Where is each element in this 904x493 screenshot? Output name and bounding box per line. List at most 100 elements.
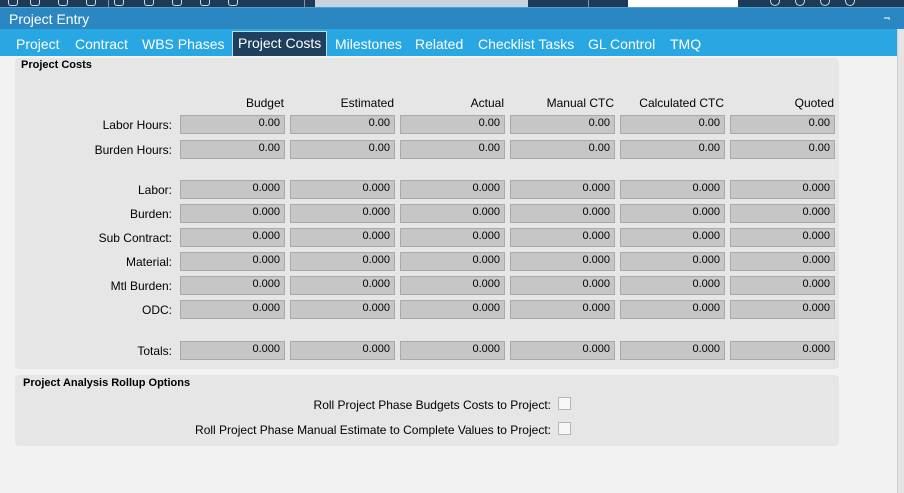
cost-field[interactable]: 0.000: [180, 276, 285, 295]
cost-field[interactable]: 0.000: [290, 341, 395, 360]
cost-field[interactable]: 0.000: [730, 228, 835, 247]
cost-field[interactable]: 0.000: [510, 341, 615, 360]
cost-field[interactable]: 0.000: [180, 341, 285, 360]
row-label: Material:: [125, 255, 172, 269]
cost-field[interactable]: 0.000: [620, 341, 725, 360]
cost-field[interactable]: 0.000: [180, 204, 285, 223]
pin-icon[interactable]: ⫬: [884, 11, 890, 24]
cost-field[interactable]: 0.00: [620, 115, 725, 134]
cost-field[interactable]: 0.000: [400, 228, 505, 247]
cost-field[interactable]: 0.000: [290, 180, 395, 199]
undo-icon[interactable]: [30, 0, 40, 6]
cost-field[interactable]: 0.000: [180, 180, 285, 199]
cost-field[interactable]: 0.00: [730, 140, 835, 159]
tab-contract[interactable]: Contract: [75, 29, 128, 56]
tab-project[interactable]: Project: [16, 29, 60, 56]
tab-bar: Project Contract WBS Phases Project Costs Mi…: [0, 29, 897, 56]
row-label: Burden:: [129, 207, 172, 221]
cost-field[interactable]: 0.00: [290, 140, 395, 159]
cost-field[interactable]: 0.00: [730, 115, 835, 134]
row-label: Burden Hours:: [94, 143, 172, 157]
cost-field[interactable]: 0.000: [510, 204, 615, 223]
column-header-budget: Budget: [245, 96, 284, 110]
cost-field[interactable]: 0.000: [730, 276, 835, 295]
rollup-options-group-title: Project Analysis Rollup Options: [23, 377, 191, 389]
cost-field[interactable]: 0.000: [620, 204, 725, 223]
cost-field[interactable]: 0.00: [180, 115, 285, 134]
cost-field[interactable]: 0.000: [730, 180, 835, 199]
clock-icon[interactable]: [770, 0, 780, 6]
tab-wbs-phases[interactable]: WBS Phases: [142, 29, 224, 56]
company-field[interactable]: [628, 0, 738, 7]
tasks-icon[interactable]: [144, 0, 154, 6]
help-icon[interactable]: [795, 0, 805, 6]
project-costs-group-title: Project Costs: [21, 59, 92, 71]
cost-field[interactable]: 0.000: [180, 300, 285, 319]
tab-project-costs[interactable]: Project Costs: [232, 31, 328, 56]
row-label: Totals:: [137, 344, 172, 358]
cost-field[interactable]: 0.000: [400, 204, 505, 223]
tab-checklist-tasks[interactable]: Checklist Tasks: [478, 29, 574, 56]
cost-field[interactable]: 0.000: [620, 252, 725, 271]
help-icon[interactable]: [228, 0, 238, 6]
roll-budgets-checkbox[interactable]: [558, 397, 571, 410]
roll-manual-etc-checkbox[interactable]: [558, 422, 571, 435]
cost-field[interactable]: 0.000: [510, 252, 615, 271]
row-label: ODC:: [142, 303, 172, 317]
cost-field[interactable]: 0.00: [510, 115, 615, 134]
cost-field[interactable]: 0.00: [400, 115, 505, 134]
search-icon[interactable]: [172, 0, 182, 6]
tab-gl-control[interactable]: GL Control: [588, 29, 655, 56]
tab-related[interactable]: Related: [415, 29, 463, 56]
cost-field[interactable]: 0.00: [400, 140, 505, 159]
row-label: Labor Hours:: [102, 118, 172, 132]
user-icon[interactable]: [820, 0, 830, 6]
menu-icon[interactable]: [845, 0, 855, 6]
toolbar-separator: [588, 0, 589, 7]
cost-field[interactable]: 0.000: [400, 341, 505, 360]
row-label: Mtl Burden:: [110, 279, 172, 293]
cost-field[interactable]: 0.000: [180, 252, 285, 271]
search-field[interactable]: [315, 0, 528, 7]
save-icon[interactable]: [8, 0, 18, 6]
cost-field[interactable]: 0.000: [510, 180, 615, 199]
cost-field[interactable]: 0.000: [620, 228, 725, 247]
column-header-calculated-ctc: Calculated CTC: [639, 96, 724, 110]
cost-field[interactable]: 0.000: [290, 300, 395, 319]
cost-field[interactable]: 0.00: [180, 140, 285, 159]
cost-field[interactable]: 0.000: [730, 204, 835, 223]
column-header-quoted: Quoted: [794, 96, 834, 110]
toolbar-separator: [304, 0, 305, 7]
rollup-option-label: Roll Project Phase Budgets Costs to Proj…: [313, 398, 551, 412]
cost-field[interactable]: 0.00: [290, 115, 395, 134]
cost-field[interactable]: 0.000: [400, 252, 505, 271]
cost-field[interactable]: 0.000: [400, 180, 505, 199]
cost-field[interactable]: 0.000: [620, 300, 725, 319]
column-header-estimated: Estimated: [340, 96, 394, 110]
cost-field[interactable]: 0.000: [510, 276, 615, 295]
cost-field[interactable]: 0.000: [400, 300, 505, 319]
cost-field[interactable]: 0.000: [730, 341, 835, 360]
cost-field[interactable]: 0.000: [180, 228, 285, 247]
copy-icon[interactable]: [58, 0, 68, 6]
cost-field[interactable]: 0.000: [510, 300, 615, 319]
print-icon[interactable]: [86, 0, 96, 6]
cost-field[interactable]: 0.000: [400, 276, 505, 295]
settings-icon[interactable]: [200, 0, 210, 6]
cost-field[interactable]: 0.000: [730, 252, 835, 271]
cost-field[interactable]: 0.00: [620, 140, 725, 159]
attach-icon[interactable]: [114, 0, 124, 6]
cost-field[interactable]: 0.000: [730, 300, 835, 319]
cost-field[interactable]: 0.000: [290, 204, 395, 223]
cost-field[interactable]: 0.000: [290, 276, 395, 295]
rollup-option-label: Roll Project Phase Manual Estimate to Co…: [195, 423, 551, 437]
toolbar-separator: [108, 0, 109, 7]
cost-field[interactable]: 0.000: [290, 252, 395, 271]
cost-field[interactable]: 0.000: [620, 180, 725, 199]
tab-milestones[interactable]: Milestones: [335, 29, 402, 56]
cost-field[interactable]: 0.000: [620, 276, 725, 295]
cost-field[interactable]: 0.00: [510, 140, 615, 159]
tab-tmq[interactable]: TMQ: [670, 29, 701, 56]
cost-field[interactable]: 0.000: [510, 228, 615, 247]
cost-field[interactable]: 0.000: [290, 228, 395, 247]
